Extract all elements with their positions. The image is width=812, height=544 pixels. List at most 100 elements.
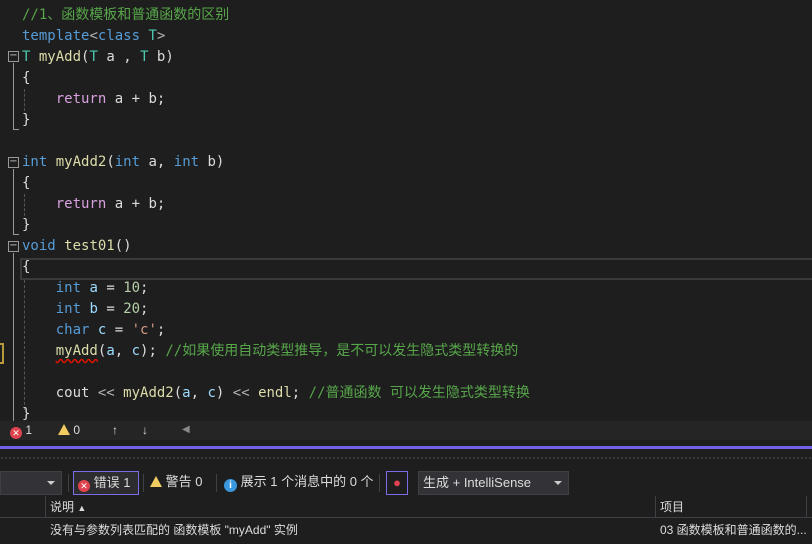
warning-count-text: 0 — [73, 423, 81, 437]
code-token: test01 — [64, 238, 115, 255]
column-header-description[interactable]: 说明 ▲ — [46, 496, 646, 519]
next-issue-button[interactable]: ↓ — [142, 423, 148, 437]
collapse-icon[interactable]: − — [8, 157, 19, 168]
code-line[interactable]: int myAdd2(int a, int b) — [22, 152, 224, 173]
code-line[interactable]: return a + b; — [22, 89, 166, 110]
current-line-highlight — [20, 258, 812, 280]
chevron-down-icon — [554, 481, 562, 485]
source-filter-dropdown[interactable]: 生成 + IntelliSense — [418, 471, 569, 495]
sort-ascending-icon: ▲ — [77, 503, 87, 513]
code-comment: //如果使用自动类型推导，是不可以发生隐式类型转换的 — [165, 343, 519, 360]
scroll-left-icon[interactable]: ◀ — [182, 424, 190, 435]
code-line[interactable]: cout << myAdd2(a, c) << endl; //普通函数 可以发… — [22, 383, 530, 404]
code-token: c — [207, 385, 216, 402]
code-line[interactable]: char c = 'c'; — [22, 320, 166, 341]
fold-end — [13, 129, 19, 130]
code-token: > — [156, 27, 166, 44]
code-token: < — [89, 27, 98, 44]
code-token: int — [55, 301, 82, 318]
code-line[interactable]: T myAdd(T a , T b) — [22, 47, 174, 68]
code-token: { — [22, 174, 31, 191]
code-token: a + b; — [106, 195, 166, 212]
error-icon: ✕ — [78, 480, 90, 492]
warning-count[interactable]: 0 — [58, 423, 80, 437]
code-editor[interactable]: − − − //1、函数模板和普通函数的区别 template<class T> T… — [0, 0, 812, 421]
code-token: myAdd — [38, 48, 82, 65]
code-line[interactable]: int b = 20; — [22, 299, 149, 320]
code-token: ( — [106, 153, 115, 170]
table-header: 说明 ▲ 项目 — [0, 496, 812, 518]
code-token: ( — [173, 385, 183, 402]
messages-label: 展示 1 个消息中的 0 个 — [240, 474, 374, 489]
editor-status-bar: ✕ 1 0 ↑ ↓ ◀ — [0, 421, 812, 440]
code-token: int — [22, 153, 48, 170]
panel-drag-handle[interactable] — [0, 456, 812, 460]
error-count-text: 1 — [25, 423, 33, 437]
collapse-icon[interactable]: − — [8, 241, 19, 252]
error-count[interactable]: ✕ 1 — [10, 423, 32, 439]
code-line[interactable]: int a = 10; — [22, 278, 149, 299]
code-token: T — [148, 27, 157, 44]
code-token: ; — [156, 322, 166, 339]
messages-filter-button[interactable]: i 展示 1 个消息中的 0 个 — [224, 471, 374, 495]
code-token: T — [140, 48, 149, 65]
code-comment: //普通函数 可以发生隐式类型转换 — [308, 385, 530, 402]
warnings-filter-button[interactable]: 警告 0 — [150, 471, 202, 495]
collapse-icon[interactable]: − — [8, 51, 19, 62]
divider — [379, 474, 380, 492]
code-token: a — [182, 385, 191, 402]
code-line[interactable]: { — [22, 257, 30, 278]
code-token: return — [55, 90, 107, 107]
code-token: ; — [140, 301, 149, 318]
description-header-text: 说明 — [50, 500, 75, 514]
table-row[interactable]: 没有与参数列表匹配的 函数模板 "myAdd" 实例 03 函数模板和普通函数的… — [0, 519, 812, 541]
code-line[interactable]: { — [22, 68, 30, 89]
code-token: endl — [258, 385, 292, 402]
code-line[interactable]: } — [22, 215, 30, 236]
previous-issue-button[interactable]: ↑ — [112, 423, 118, 437]
code-token: c — [131, 343, 141, 360]
code-token: int — [114, 153, 141, 170]
code-token: = — [97, 301, 124, 318]
code-token: a — [106, 343, 115, 360]
code-token: , — [114, 343, 132, 360]
filter-icon[interactable]: ● — [386, 471, 408, 495]
code-line[interactable]: void test01() — [22, 236, 132, 257]
code-line[interactable]: } — [22, 404, 30, 421]
errors-filter-button[interactable]: ✕ 错误 1 — [73, 471, 139, 495]
scope-dropdown[interactable] — [0, 471, 62, 495]
code-token: myAdd — [55, 343, 98, 360]
code-token: { — [22, 69, 31, 86]
code-token: a , — [97, 48, 141, 65]
divider — [68, 474, 69, 492]
code-token: = — [106, 322, 132, 339]
code-token: 'c' — [131, 322, 157, 339]
warning-icon — [150, 476, 162, 487]
code-token: } — [22, 111, 31, 128]
code-token: = — [97, 280, 124, 297]
code-line[interactable]: return a + b; — [22, 194, 166, 215]
code-line[interactable]: { — [22, 173, 30, 194]
code-line[interactable]: //1、函数模板和普通函数的区别 — [22, 5, 229, 26]
code-token: a + b; — [106, 90, 166, 107]
code-token: void — [22, 238, 56, 255]
code-token: int — [173, 153, 200, 170]
code-line[interactable]: template<class T> — [22, 26, 165, 47]
code-token: class — [97, 27, 141, 44]
code-token: myAdd2 — [123, 385, 174, 402]
code-line[interactable]: myAdd(a, c); //如果使用自动类型推导，是不可以发生隐式类型转换的 — [22, 341, 518, 362]
code-token: 10 — [123, 280, 141, 297]
code-line[interactable]: } — [22, 110, 30, 131]
column-header-project[interactable]: 项目 — [656, 496, 806, 518]
code-token: } — [22, 406, 31, 421]
panel-accent-bar — [0, 446, 812, 449]
code-token: { — [22, 259, 31, 276]
warning-icon — [58, 424, 70, 435]
error-icon: ✕ — [10, 427, 22, 439]
